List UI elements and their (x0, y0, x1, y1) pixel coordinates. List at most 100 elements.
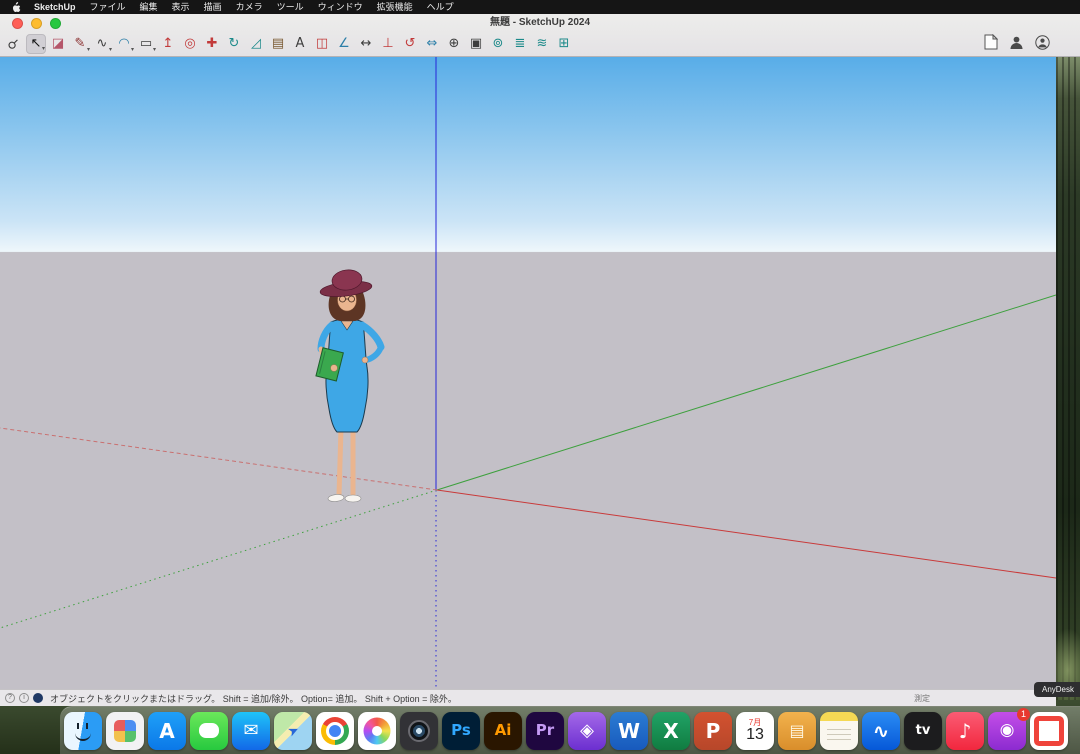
menu-item-カメラ[interactable]: カメラ (229, 0, 270, 14)
section-plane-icon: ◫ (316, 37, 328, 50)
rotate-tool[interactable]: ↻ (224, 34, 244, 54)
dock-chrome[interactable] (316, 712, 354, 750)
sandbox-icon: ≋ (537, 37, 548, 50)
offset-tool[interactable]: ◎ (180, 34, 200, 54)
dock-shazam[interactable]: ∿ (862, 712, 900, 750)
dock-premiere[interactable]: Pr (526, 712, 564, 750)
dock-photo-booth[interactable] (400, 712, 438, 750)
axes-icon: ⊥ (382, 37, 393, 50)
menu-item-ヘルプ[interactable]: ヘルプ (420, 0, 461, 14)
dock-anydesk[interactable] (1030, 712, 1068, 750)
user-icon[interactable] (1009, 35, 1024, 50)
pan-tool[interactable]: ⇔ (422, 34, 442, 54)
move-tool[interactable]: ✚ (202, 34, 222, 54)
dock-apple-tv[interactable]: tv (904, 712, 942, 750)
dock-excel[interactable]: X (652, 712, 690, 750)
shapes-tool[interactable]: ▭▾ (136, 34, 156, 54)
freehand-tool[interactable]: ∿▾ (92, 34, 112, 54)
zoom-extents-tool[interactable]: ▣ (466, 34, 486, 54)
menu-item-編集[interactable]: 編集 (133, 0, 165, 14)
person-figure[interactable] (316, 268, 381, 502)
dock-music[interactable]: ♪ (946, 712, 984, 750)
toolbar: ⚲↖▾◪✎▾∿▾◠▾▭▾↥◎✚↻◿▤A◫∠↔⊥↺⇔⊕▣⊚≣≋⊞ (0, 31, 1080, 56)
apple-menu[interactable] (6, 2, 27, 13)
dock-purple-app[interactable]: ◈ (568, 712, 606, 750)
sandbox-tool[interactable]: ≋ (532, 34, 552, 54)
tape-measure-tool[interactable]: ▤ (268, 34, 288, 54)
dropdown-arrow-icon[interactable]: ▾ (153, 46, 156, 53)
dock-illustrator[interactable]: Ai (484, 712, 522, 750)
app-store-icon: A (159, 721, 174, 741)
dimensions-tool[interactable]: ↔ (356, 34, 376, 54)
viewport-drawing (0, 57, 1056, 689)
photoshop-icon: Ps (451, 723, 471, 738)
section-plane-tool[interactable]: ◫ (312, 34, 332, 54)
shoe-right (345, 495, 361, 502)
menu-item-表示[interactable]: 表示 (165, 0, 197, 14)
measurement-input[interactable] (936, 692, 1048, 704)
help-icon[interactable]: ? (5, 693, 15, 703)
notification-badge: 1 (1017, 708, 1030, 721)
add-location-tool[interactable]: ⊚ (488, 34, 508, 54)
model-viewport[interactable] (0, 57, 1056, 689)
close-window-button[interactable] (12, 18, 23, 29)
search-tool[interactable]: ⚲ (4, 34, 24, 54)
dropdown-arrow-icon[interactable]: ▾ (42, 45, 45, 52)
dropdown-arrow-icon[interactable]: ▾ (87, 46, 90, 53)
orbit-tool[interactable]: ↺ (400, 34, 420, 54)
menu-item-app[interactable]: SketchUp (27, 0, 83, 14)
dock-app-store[interactable]: A (148, 712, 186, 750)
minimize-window-button[interactable] (31, 18, 42, 29)
eraser-tool[interactable]: ◪ (48, 34, 68, 54)
account-circle-icon[interactable] (1035, 35, 1050, 50)
dropdown-arrow-icon[interactable]: ▾ (109, 46, 112, 53)
dock-finder[interactable] (64, 712, 102, 750)
window-title: 無題 - SketchUp 2024 (0, 14, 1080, 31)
anydesk-tooltip: AnyDesk (1034, 682, 1080, 697)
mail-icon: ✉ (243, 722, 258, 740)
freehand-icon: ∿ (97, 37, 108, 50)
axes-tool[interactable]: ⊥ (378, 34, 398, 54)
title-bar: 無題 - SketchUp 2024 (0, 14, 1080, 31)
dock-calendar[interactable]: 7月13 (736, 712, 774, 750)
dock-items: A ✉ Ps Ai Pr◈WXP7月13▤ ∿tv♪◉1 (64, 712, 1068, 750)
text-tool[interactable]: A (290, 34, 310, 54)
protractor-tool[interactable]: ∠ (334, 34, 354, 54)
pushpull-icon: ↥ (163, 37, 174, 50)
podcasts-icon: ◉ (1000, 722, 1015, 739)
dock-photoshop[interactable]: Ps (442, 712, 480, 750)
dock-powerpoint[interactable]: P (694, 712, 732, 750)
arc-tool[interactable]: ◠▾ (114, 34, 134, 54)
geolocation-icon[interactable] (33, 693, 43, 703)
new-document-icon[interactable] (984, 34, 998, 50)
menu-item-描画[interactable]: 描画 (197, 0, 229, 14)
dock-podcasts[interactable]: ◉1 (988, 712, 1026, 750)
select-icon: ↖ (31, 37, 42, 50)
menu-item-拡張機能[interactable]: 拡張機能 (370, 0, 420, 14)
scale-tool[interactable]: ◿ (246, 34, 266, 54)
menu-item-ウィンドウ[interactable]: ウィンドウ (311, 0, 370, 14)
select-tool[interactable]: ↖▾ (26, 34, 46, 54)
3d-warehouse-tool[interactable]: ≣ (510, 34, 530, 54)
dock-word[interactable]: W (610, 712, 648, 750)
move-icon: ✚ (207, 37, 218, 50)
zoom-window-button[interactable] (50, 18, 61, 29)
menu-item-ファイル[interactable]: ファイル (83, 0, 133, 14)
dock-photos[interactable] (358, 712, 396, 750)
dock-mail[interactable]: ✉ (232, 712, 270, 750)
line-tool[interactable]: ✎▾ (70, 34, 90, 54)
add-location-icon: ⊚ (493, 37, 504, 50)
dock-folder-app[interactable]: ▤ (778, 712, 816, 750)
extension-warehouse-tool[interactable]: ⊞ (554, 34, 574, 54)
info-icon[interactable]: i (19, 693, 29, 703)
illustrator-icon: Ai (495, 723, 512, 738)
dropdown-arrow-icon[interactable]: ▾ (131, 46, 134, 53)
status-bar: ? i オブジェクトをクリックまたはドラッグ。 Shift = 追加/除外。 O… (0, 689, 1056, 706)
dock-maps[interactable] (274, 712, 312, 750)
pushpull-tool[interactable]: ↥ (158, 34, 178, 54)
dock-messages[interactable] (190, 712, 228, 750)
zoom-tool[interactable]: ⊕ (444, 34, 464, 54)
dock-notes[interactable] (820, 712, 858, 750)
dock-launchpad[interactable] (106, 712, 144, 750)
menu-item-ツール[interactable]: ツール (270, 0, 311, 14)
